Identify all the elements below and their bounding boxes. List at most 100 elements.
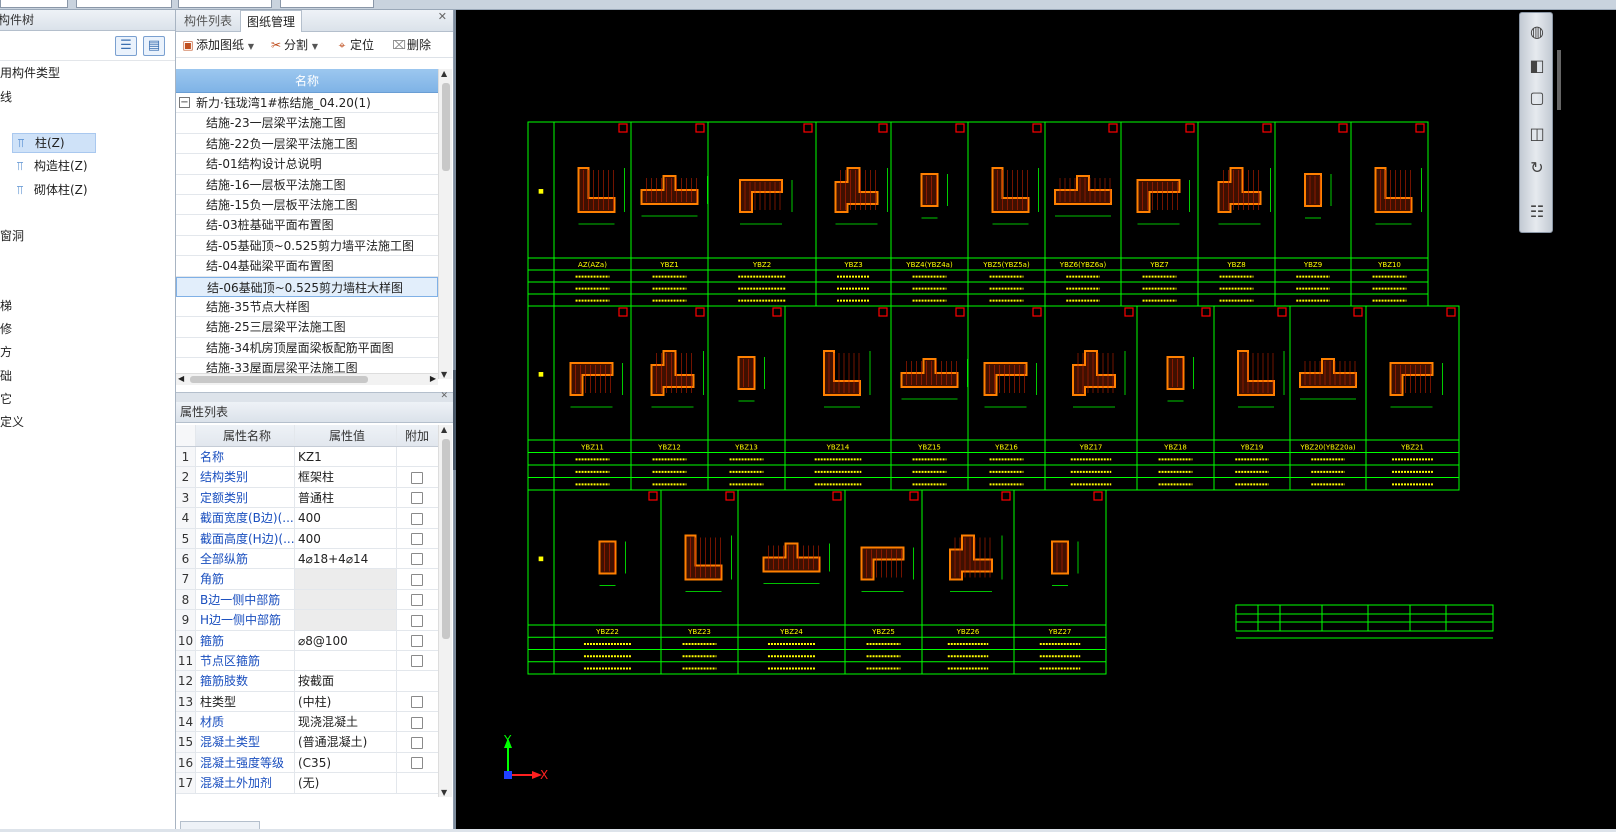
tree-item[interactable]: 其它 bbox=[0, 389, 12, 409]
property-row[interactable]: 14材质现浇混凝土 bbox=[176, 712, 438, 732]
scroll-down-icon[interactable]: ▼ bbox=[441, 788, 447, 797]
extra-checkbox[interactable] bbox=[411, 472, 423, 484]
toolbar-combo[interactable] bbox=[178, 0, 272, 8]
tree-item[interactable]: 楼梯 bbox=[0, 296, 12, 316]
tree-item[interactable]: 轴线 bbox=[0, 87, 12, 107]
extra-checkbox[interactable] bbox=[411, 655, 423, 667]
property-row[interactable]: 6全部纵筋4⌀18+4⌀14 bbox=[176, 549, 438, 569]
scroll-left-icon[interactable]: ◀ bbox=[178, 374, 184, 383]
property-value[interactable]: 普通柱 bbox=[295, 488, 397, 507]
extra-checkbox[interactable] bbox=[411, 594, 423, 606]
tab-drawing-management[interactable]: 图纸管理 bbox=[240, 10, 302, 32]
property-value[interactable]: 框架柱 bbox=[295, 467, 397, 486]
close-icon[interactable]: ✕ bbox=[438, 10, 447, 23]
layers-icon[interactable]: ☷ bbox=[1524, 199, 1550, 225]
tree-item[interactable]: 土方 bbox=[0, 342, 12, 362]
grid-view-icon[interactable]: ▤ bbox=[143, 36, 165, 56]
toolbar-combo[interactable] bbox=[0, 0, 68, 8]
tree-item[interactable]: ⫪砌体柱(Z) bbox=[12, 180, 88, 200]
drawing-root[interactable]: −新力·钰珑湾1#栋结施_04.20(1) bbox=[176, 93, 438, 113]
property-row[interactable]: 1名称KZ1 bbox=[176, 447, 438, 467]
property-row[interactable]: 16混凝土强度等级(C35) bbox=[176, 753, 438, 773]
property-value[interactable]: 4⌀18+4⌀14 bbox=[295, 549, 397, 568]
property-value[interactable]: 现浇混凝土 bbox=[295, 712, 397, 731]
property-value[interactable]: (普通混凝土) bbox=[295, 732, 397, 751]
property-row[interactable]: 17混凝土外加剂(无) bbox=[176, 773, 438, 793]
cad-drawing[interactable]: AZ(AZa)YBZ1YBZ2YBZ3YBZ4(YBZ4a)YBZ5(YBZ5a… bbox=[456, 10, 1616, 829]
tree-item[interactable]: 自定义 bbox=[0, 412, 24, 432]
rotate-icon[interactable]: ↻ bbox=[1524, 155, 1550, 181]
tree-item[interactable]: ⫪柱(Z) bbox=[12, 133, 96, 153]
drawing-list-item[interactable]: 结施-15负一层板平法施工图 bbox=[176, 195, 438, 215]
extra-checkbox[interactable] bbox=[411, 574, 423, 586]
drawing-list-item[interactable]: 结-01结构设计总说明 bbox=[176, 154, 438, 174]
cube-icon[interactable]: ◫ bbox=[1524, 121, 1550, 147]
edge-handle[interactable] bbox=[1557, 50, 1561, 110]
split-button[interactable]: ✂分割 ▼ bbox=[268, 35, 318, 55]
collapse-icon[interactable]: − bbox=[179, 97, 190, 108]
col-name-header[interactable]: 属性名称 bbox=[196, 425, 295, 446]
tree-item[interactable]: 装修 bbox=[0, 319, 12, 339]
extra-checkbox[interactable] bbox=[411, 757, 423, 769]
bottom-tab[interactable] bbox=[180, 821, 260, 829]
drawing-list-item[interactable]: 结-06基础顶~0.525剪力墙柱大样图 bbox=[176, 277, 438, 297]
property-value[interactable]: ⌀8@100 bbox=[295, 631, 397, 650]
property-value[interactable]: (无) bbox=[295, 773, 397, 792]
scroll-up-icon[interactable]: ▲ bbox=[441, 69, 447, 78]
property-value[interactable]: (中柱) bbox=[295, 692, 397, 711]
drawing-list-item[interactable]: 结施-25三层梁平法施工图 bbox=[176, 317, 438, 337]
chevron-down-icon[interactable]: ▼ bbox=[312, 42, 318, 51]
drawing-list-scrollbar[interactable]: ▲ ▼ bbox=[438, 69, 452, 379]
property-row[interactable]: 10箍筋⌀8@100 bbox=[176, 631, 438, 651]
orbit-icon[interactable]: ◍ bbox=[1524, 19, 1550, 45]
drawing-list-item[interactable]: 结-03桩基础平面布置图 bbox=[176, 215, 438, 235]
extra-checkbox[interactable] bbox=[411, 717, 423, 729]
property-row[interactable]: 7角筋 bbox=[176, 569, 438, 589]
property-value[interactable] bbox=[295, 590, 397, 609]
drawing-list-header[interactable]: 名称 bbox=[176, 69, 438, 93]
tree-item[interactable]: 基础 bbox=[0, 366, 12, 386]
property-row[interactable]: 12箍筋肢数按截面 bbox=[176, 671, 438, 691]
scroll-down-icon[interactable]: ▼ bbox=[441, 370, 447, 379]
extra-checkbox[interactable] bbox=[411, 553, 423, 565]
col-extra-header[interactable]: 附加 bbox=[397, 425, 437, 446]
property-row[interactable]: 13柱类型(中柱) bbox=[176, 692, 438, 712]
tree-item[interactable]: ⫪构造柱(Z) bbox=[12, 156, 88, 176]
extra-checkbox[interactable] bbox=[411, 533, 423, 545]
drawing-list-item[interactable]: 结-04基础梁平面布置图 bbox=[176, 256, 438, 276]
scroll-thumb[interactable] bbox=[442, 439, 450, 639]
drawing-list-item[interactable]: 结施-35节点大样图 bbox=[176, 297, 438, 317]
scroll-thumb[interactable] bbox=[442, 83, 450, 171]
tree-item[interactable]: 门窗洞 bbox=[0, 226, 24, 246]
chevron-down-icon[interactable]: ▼ bbox=[248, 42, 254, 51]
property-value[interactable]: 400 bbox=[295, 508, 397, 527]
add-drawing-button[interactable]: ▣添加图纸 ▼ bbox=[180, 35, 254, 55]
tab-component-list[interactable]: 构件列表 bbox=[178, 10, 238, 32]
extra-checkbox[interactable] bbox=[411, 513, 423, 525]
property-row[interactable]: 5截面高度(H边)(...400 bbox=[176, 529, 438, 549]
col-value-header[interactable]: 属性值 bbox=[295, 425, 397, 446]
drawing-canvas[interactable]: AZ(AZa)YBZ1YBZ2YBZ3YBZ4(YBZ4a)YBZ5(YBZ5a… bbox=[456, 10, 1616, 829]
tree-item[interactable]: 常用构件类型 bbox=[0, 63, 60, 83]
view-3d-icon[interactable]: ◧ bbox=[1524, 53, 1550, 79]
drawing-list-item[interactable]: 结施-22负一层梁平法施工图 bbox=[176, 134, 438, 154]
toolbar-combo[interactable] bbox=[280, 0, 374, 8]
drawing-list-item[interactable]: 结-05基础顶~0.525剪力墙平法施工图 bbox=[176, 236, 438, 256]
property-row[interactable]: 8B边一侧中部筋 bbox=[176, 590, 438, 610]
property-row[interactable]: 15混凝土类型(普通混凝土) bbox=[176, 732, 438, 752]
extra-checkbox[interactable] bbox=[411, 737, 423, 749]
property-row[interactable]: 2结构类别框架柱 bbox=[176, 467, 438, 487]
extra-checkbox[interactable] bbox=[411, 492, 423, 504]
extra-checkbox[interactable] bbox=[411, 635, 423, 647]
locate-button[interactable]: ⌖定位 bbox=[334, 35, 374, 55]
extra-checkbox[interactable] bbox=[411, 615, 423, 627]
property-value[interactable]: (C35) bbox=[295, 753, 397, 772]
property-row[interactable]: 4截面宽度(B边)(...400 bbox=[176, 508, 438, 528]
property-value[interactable] bbox=[295, 569, 397, 588]
delete-button[interactable]: ⌧删除 bbox=[391, 35, 431, 55]
property-row[interactable]: 3定额类别普通柱 bbox=[176, 488, 438, 508]
drawing-list-item[interactable]: 结施-34机房顶屋面梁板配筋平面图 bbox=[176, 338, 438, 358]
extra-checkbox[interactable] bbox=[411, 696, 423, 708]
drawing-list-item[interactable]: 结施-16一层板平法施工图 bbox=[176, 175, 438, 195]
property-value[interactable]: 按截面 bbox=[295, 671, 397, 690]
